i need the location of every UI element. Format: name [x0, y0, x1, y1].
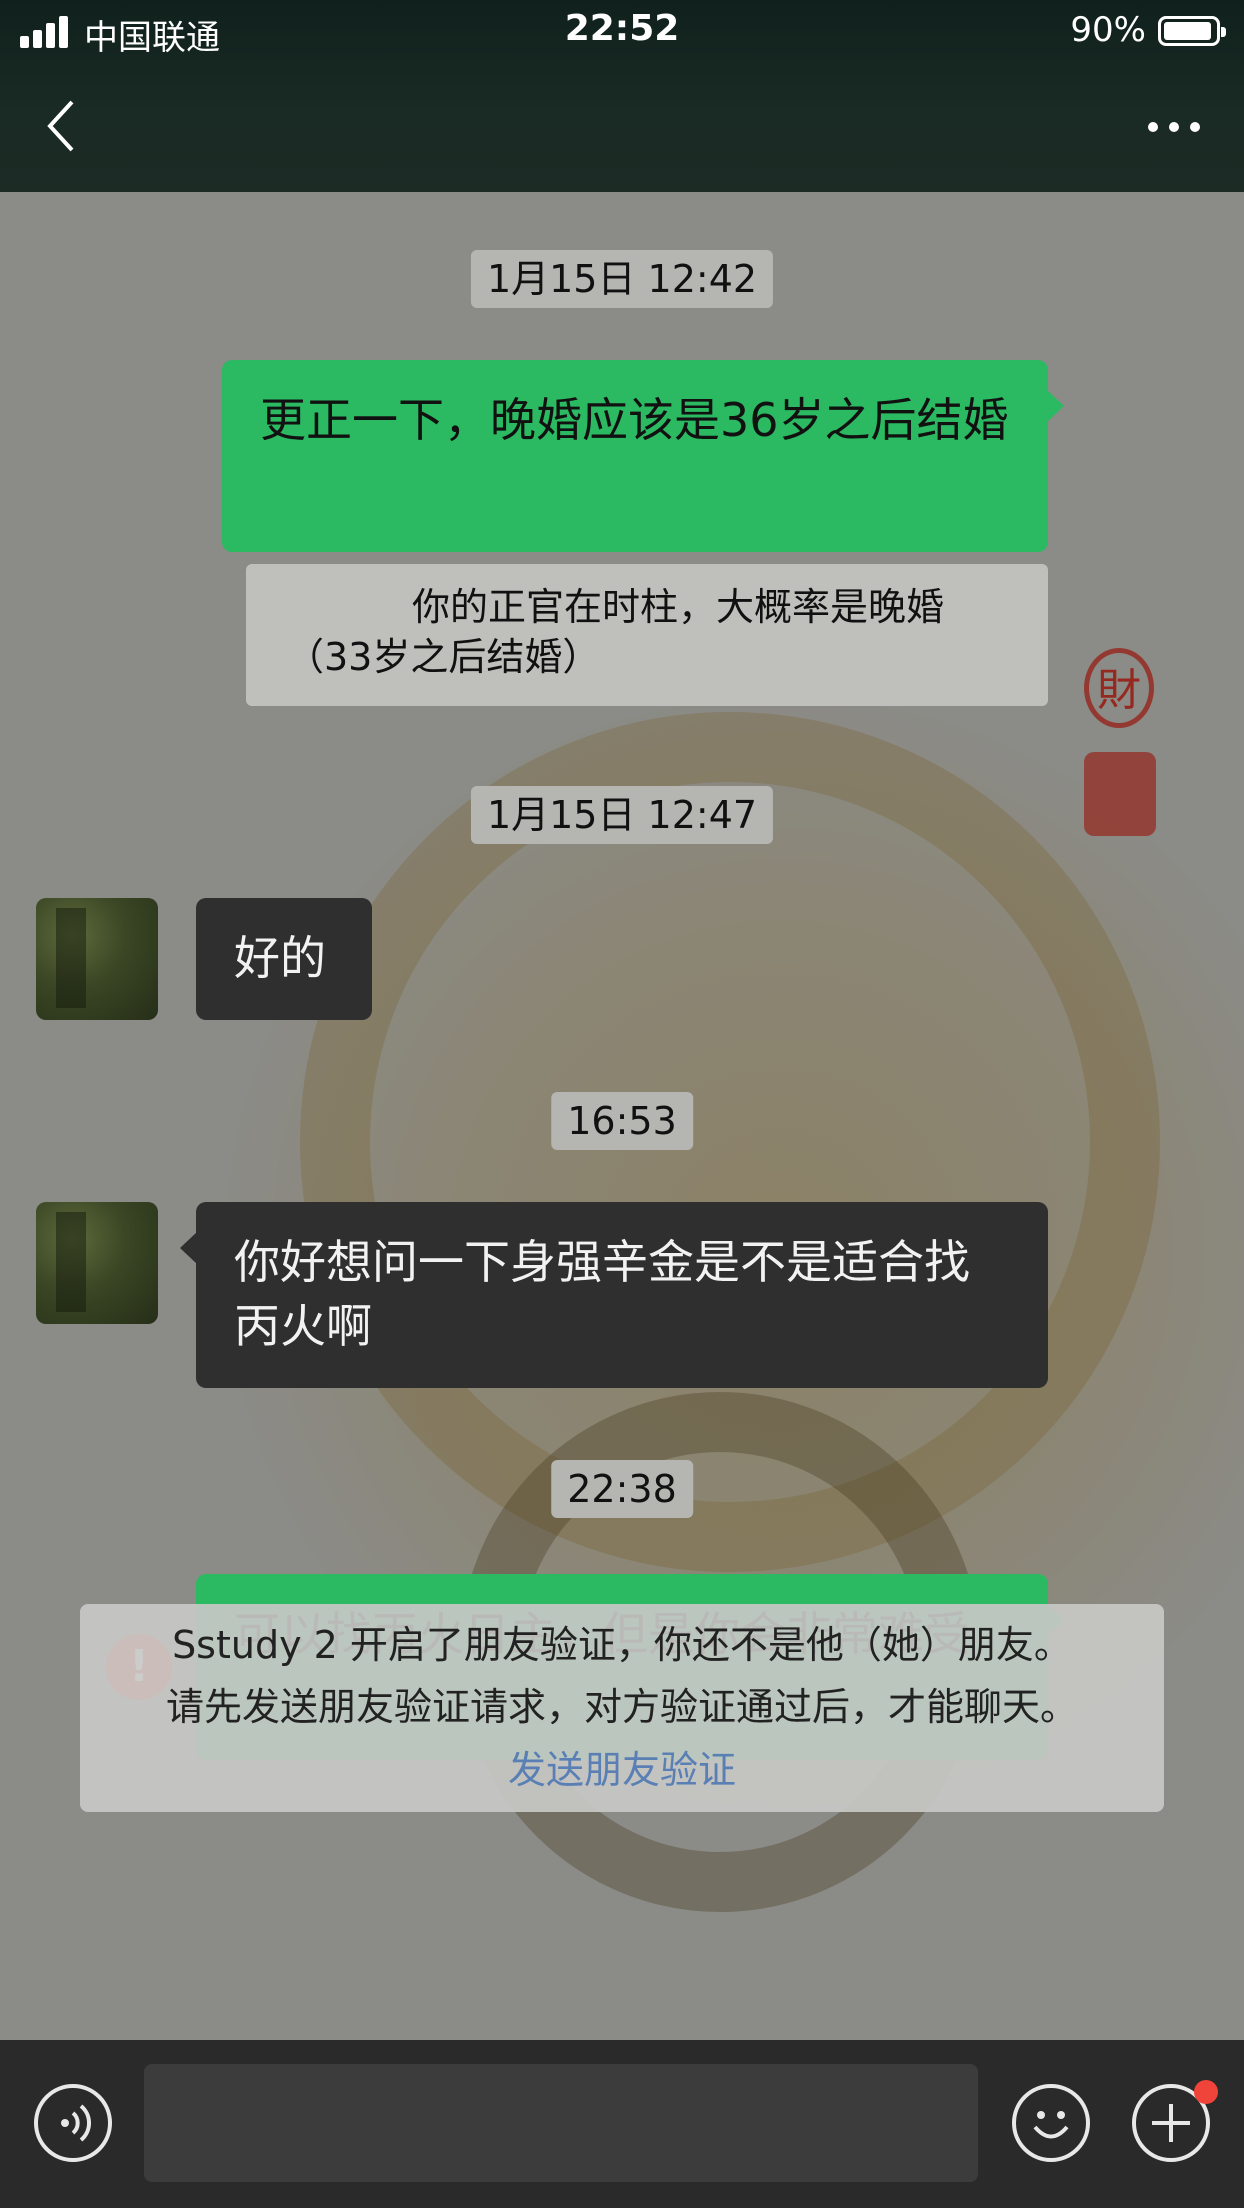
top-bar: 中国联通 22:52 90% [0, 0, 1244, 192]
contact-avatar[interactable] [36, 1202, 158, 1324]
voice-button[interactable] [34, 2084, 112, 2162]
emoji-button[interactable] [1012, 2084, 1090, 2162]
message-input[interactable] [144, 2064, 978, 2182]
timestamp: 1月15日 12:47 [470, 786, 774, 844]
voice-icon [61, 2104, 92, 2142]
emoji-icon [1033, 2111, 1069, 2139]
status-bar: 中国联通 22:52 90% [0, 0, 1244, 64]
outgoing-message[interactable]: 更正一下，晚婚应该是36岁之后结婚 [222, 360, 1064, 552]
friend-verification-notice: Sstudy 2 开启了朋友验证，你还不是他（她）朋友。 请先发送朋友验证请求，… [80, 1604, 1164, 1812]
quote-line: 你的正官在时柱，大概率是晚婚 [412, 585, 945, 629]
battery-icon [1158, 16, 1226, 46]
notice-line: Sstudy 2 开启了朋友验证，你还不是他（她）朋友。 [172, 1623, 1072, 1667]
quoted-message[interactable]: 你的正官在时柱，大概率是晚婚 （33岁之后结婚） [246, 564, 1048, 706]
notification-dot [1194, 2080, 1218, 2104]
quote-line: （33岁之后结婚） [286, 635, 601, 679]
red-seal-stamp: 財 [1084, 648, 1154, 728]
notice-line: 请先发送朋友验证请求，对方验证通过后，才能聊天。 [165, 1685, 1078, 1729]
battery-percent: 90% [1070, 10, 1146, 50]
timestamp: 1月15日 12:42 [470, 250, 774, 308]
timestamp: 22:38 [551, 1460, 693, 1518]
chevron-left-icon [47, 100, 74, 152]
incoming-message[interactable]: 好的 [196, 898, 372, 1020]
input-bar [0, 2040, 1244, 2208]
contact-avatar[interactable] [36, 898, 158, 1020]
more-button[interactable] [1144, 104, 1204, 148]
timestamp: 16:53 [551, 1092, 693, 1150]
status-time: 22:52 [564, 8, 680, 49]
red-seal-block [1084, 752, 1156, 836]
back-button[interactable] [40, 96, 88, 156]
incoming-message[interactable]: 你好想问一下身强辛金是不是适合找丙火啊 [180, 1202, 1048, 1388]
send-verification-link[interactable]: 发送朋友验证 [80, 1738, 1164, 1802]
